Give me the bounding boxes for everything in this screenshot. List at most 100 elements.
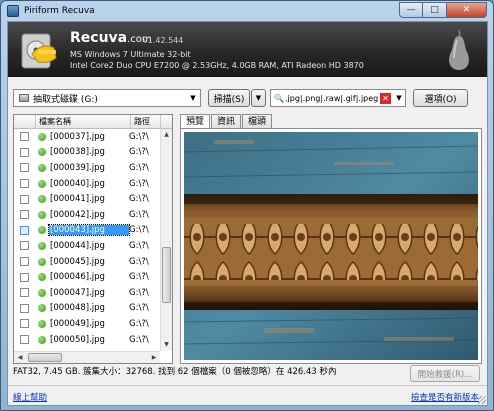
version-label: v1.42.544 — [143, 36, 184, 45]
table-row[interactable]: [000043].jpg G:\?\ — [14, 223, 160, 239]
tab-info[interactable]: 資訊 — [211, 114, 242, 129]
table-row[interactable]: [000044].jpg G:\?\ — [14, 238, 160, 254]
column-path[interactable]: 路徑 — [131, 115, 161, 128]
recover-button[interactable]: 開始救援(R)... — [410, 365, 480, 382]
window-controls: — □ ✕ — [399, 2, 487, 18]
chevron-down-icon: ▼ — [190, 94, 196, 102]
column-filename[interactable]: 檔案名稱 — [36, 115, 131, 128]
maximize-button[interactable]: □ — [423, 2, 447, 18]
row-checkbox[interactable] — [20, 147, 29, 157]
minimize-button[interactable]: — — [399, 2, 423, 18]
status-text: FAT32, 7.45 GB. 簇集大小：32768. 找到 62 個檔案（0 … — [13, 367, 337, 377]
table-row[interactable]: [000040].jpg G:\?\ — [14, 176, 160, 192]
file-path: G:\?\ — [129, 272, 149, 283]
file-path: G:\?\ — [129, 209, 149, 220]
row-checkbox[interactable] — [20, 179, 29, 189]
footer: 線上幫助 檢查是否有新版本 — [8, 385, 487, 405]
file-path: G:\?\ — [129, 318, 149, 329]
scroll-right-icon[interactable]: ▶ — [148, 352, 160, 363]
vertical-scrollbar[interactable]: ▲ ▼ — [160, 129, 172, 351]
table-row[interactable]: [000037].jpg G:\?\ — [14, 129, 160, 145]
row-checkbox[interactable] — [20, 194, 29, 204]
file-list-header: 檔案名稱 路徑 — [14, 115, 172, 129]
scroll-down-icon[interactable]: ▼ — [161, 339, 172, 351]
chevron-down-icon[interactable]: ▼ — [393, 94, 405, 102]
recuva-logo-icon — [21, 33, 57, 69]
recoverable-status-icon — [38, 257, 46, 266]
recoverable-status-icon — [38, 195, 46, 204]
recoverable-status-icon — [38, 304, 46, 313]
file-name: [000044].jpg — [50, 240, 105, 251]
row-checkbox[interactable] — [20, 257, 29, 267]
file-name: [000049].jpg — [50, 318, 105, 329]
row-checkbox[interactable] — [20, 319, 29, 329]
table-row[interactable]: [000050].jpg G:\?\ — [14, 332, 160, 348]
file-name: [000037].jpg — [50, 131, 105, 142]
recoverable-status-icon — [38, 273, 46, 282]
resize-grip-icon[interactable] — [478, 396, 486, 404]
chevron-down-icon: ▼ — [255, 94, 262, 102]
app-icon — [7, 5, 19, 17]
row-checkbox[interactable] — [20, 288, 29, 298]
file-name: [000046].jpg — [50, 272, 105, 283]
scan-dropdown-button[interactable]: ▼ — [251, 89, 266, 107]
file-path: G:\?\ — [129, 287, 149, 298]
horizontal-scrollbar[interactable]: ◀ ▶ — [14, 351, 160, 363]
clear-filter-icon[interactable]: ✕ — [380, 92, 391, 104]
scan-button[interactable]: 掃描(S) — [208, 89, 250, 107]
column-checkbox-header[interactable] — [14, 115, 36, 128]
preview-image — [184, 132, 478, 360]
row-checkbox[interactable] — [20, 163, 29, 173]
recoverable-status-icon — [38, 132, 46, 141]
drive-icon — [19, 94, 29, 102]
app-window: Piriform Recuva — □ ✕ Recuva.com v1.42.5… — [0, 0, 494, 411]
file-path: G:\?\ — [129, 162, 149, 173]
recoverable-status-icon — [38, 319, 46, 328]
row-checkbox[interactable] — [20, 303, 29, 313]
detail-tabs: 預覽 資訊 檔頭 — [180, 114, 273, 130]
file-list-rows: [000037].jpg G:\?\ [000038].jpg G:\?\ [00003… — [14, 129, 160, 347]
drive-select[interactable]: 抽取式磁碟 (G:) ▼ — [13, 89, 201, 107]
table-row[interactable]: [000041].jpg G:\?\ — [14, 191, 160, 207]
scroll-thumb[interactable] — [162, 247, 171, 303]
file-name: [000038].jpg — [50, 147, 105, 158]
row-checkbox[interactable] — [20, 210, 29, 220]
scroll-up-icon[interactable]: ▲ — [161, 129, 172, 141]
file-list: 檔案名稱 路徑 [000037].jpg G:\?\ [000038].jpg G:\… — [13, 114, 173, 364]
title-bar[interactable]: Piriform Recuva — □ ✕ — [1, 1, 493, 21]
filename-filter[interactable]: 🔍 .jpg|.png|.raw|.gif|.jpeg ✕ ▼ — [270, 89, 406, 107]
table-row[interactable]: [000042].jpg G:\?\ — [14, 207, 160, 223]
check-updates-link[interactable]: 檢查是否有新版本 — [411, 391, 479, 403]
window-title: Piriform Recuva — [24, 6, 95, 16]
file-path: G:\?\ — [129, 131, 149, 142]
online-help-link[interactable]: 線上幫助 — [13, 391, 47, 403]
app-name-main: Recuva — [70, 30, 128, 46]
row-checkbox[interactable] — [20, 225, 29, 235]
scroll-left-icon[interactable]: ◀ — [14, 352, 26, 363]
table-row[interactable]: [000039].jpg G:\?\ — [14, 160, 160, 176]
table-row[interactable]: [000046].jpg G:\?\ — [14, 269, 160, 285]
file-name: [000042].jpg — [50, 209, 105, 220]
file-path: G:\?\ — [129, 147, 149, 158]
hscroll-thumb[interactable] — [28, 353, 62, 362]
row-checkbox[interactable] — [20, 132, 29, 142]
tab-header[interactable]: 檔頭 — [242, 114, 273, 129]
table-row[interactable]: [000049].jpg G:\?\ — [14, 316, 160, 332]
table-row[interactable]: [000047].jpg G:\?\ — [14, 285, 160, 301]
filter-input[interactable]: .jpg|.png|.raw|.gif|.jpeg — [285, 94, 380, 103]
close-button[interactable]: ✕ — [447, 2, 487, 18]
row-checkbox[interactable] — [20, 241, 29, 251]
row-checkbox[interactable] — [20, 335, 29, 345]
toolbar: 抽取式磁碟 (G:) ▼ 掃描(S) ▼ 🔍 .jpg|.png|.raw|.g… — [8, 87, 487, 109]
row-checkbox[interactable] — [20, 272, 29, 282]
file-name: [000048].jpg — [50, 303, 105, 314]
file-name: [000043].jpg — [48, 224, 130, 237]
options-button[interactable]: 選項(O) — [413, 89, 468, 107]
file-path: G:\?\ — [129, 178, 149, 189]
table-row[interactable]: [000038].jpg G:\?\ — [14, 145, 160, 161]
file-path: G:\?\ — [129, 303, 149, 314]
drive-select-value: 抽取式磁碟 (G:) — [33, 94, 98, 105]
table-row[interactable]: [000048].jpg G:\?\ — [14, 301, 160, 317]
table-row[interactable]: [000045].jpg G:\?\ — [14, 254, 160, 270]
piriform-pear-icon — [449, 29, 469, 70]
